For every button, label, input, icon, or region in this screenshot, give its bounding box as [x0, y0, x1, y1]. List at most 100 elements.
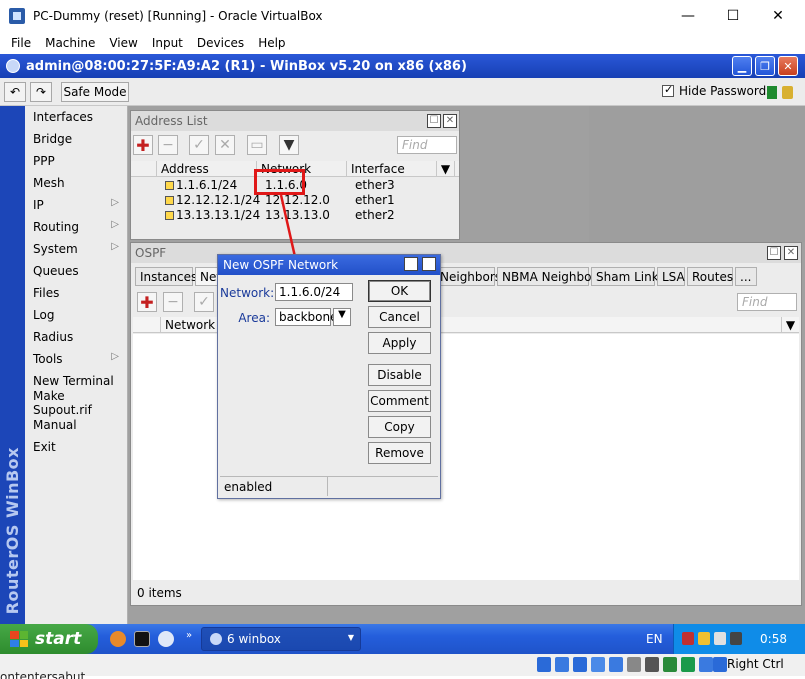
tab-more[interactable]: ... — [735, 267, 757, 286]
winbox-restore-button[interactable]: ❐ — [755, 56, 775, 76]
command-prompt-icon[interactable] — [134, 631, 150, 647]
winbox-minimize-button[interactable]: ▁ — [732, 56, 752, 76]
enable-icon[interactable]: ✓ — [189, 135, 209, 155]
safe-mode-button[interactable]: Safe Mode — [61, 82, 129, 102]
sidebar-item-radius[interactable]: Radius — [25, 326, 127, 348]
ok-button[interactable]: OK — [368, 280, 431, 302]
sidebar-item-interfaces[interactable]: Interfaces — [25, 106, 127, 128]
dialog-close-button[interactable]: ✕ — [422, 257, 436, 271]
hard-disk-icon[interactable] — [537, 657, 551, 672]
sidebar-item-bridge[interactable]: Bridge — [25, 128, 127, 150]
audio-icon[interactable] — [573, 657, 587, 672]
mouse-integration-icon[interactable] — [699, 657, 713, 672]
add-icon[interactable]: ✚ — [137, 292, 157, 312]
usb-icon[interactable] — [609, 657, 623, 672]
cancel-button[interactable]: Cancel — [368, 306, 431, 328]
sidebar-item-tools[interactable]: Tools ▷ — [25, 348, 127, 370]
winbox-quicklaunch-icon[interactable] — [158, 631, 174, 647]
display-icon[interactable] — [645, 657, 659, 672]
taskbar-winbox-group[interactable]: 6 winbox ▼ — [201, 627, 361, 651]
area-select[interactable]: backbone — [275, 308, 337, 326]
enable-icon[interactable]: ✓ — [194, 292, 214, 312]
menu-devices[interactable]: Devices — [190, 36, 251, 50]
lock-icon — [782, 86, 793, 99]
recording-icon[interactable] — [663, 657, 677, 672]
tray-security-icon[interactable] — [698, 632, 710, 645]
interface-column-header[interactable]: Interface — [347, 161, 437, 177]
filter-icon[interactable]: ▼ — [279, 135, 299, 155]
address-list-restore-button[interactable]: ☐ — [427, 114, 441, 128]
sidebar-item-ip[interactable]: IP ▷ — [25, 194, 127, 216]
comment-button[interactable]: Comment — [368, 390, 431, 412]
cpu-icon[interactable] — [681, 657, 695, 672]
copy-button[interactable]: Copy — [368, 416, 431, 438]
dialog-restore-button[interactable]: ☐ — [404, 257, 418, 271]
hide-passwords-toggle[interactable]: Hide Passwords — [662, 83, 772, 98]
menu-machine[interactable]: Machine — [38, 36, 102, 50]
sidebar-item-routing[interactable]: Routing ▷ — [25, 216, 127, 238]
network-input[interactable]: 1.1.6.0/24 — [275, 283, 353, 301]
area-dropdown-icon[interactable]: ▼ — [333, 308, 351, 326]
sidebar-item-queues[interactable]: Queues — [25, 260, 127, 282]
clock[interactable]: 0:58 — [760, 632, 787, 646]
sidebar-item-files[interactable]: Files — [25, 282, 127, 304]
sidebar-item-manual[interactable]: Manual — [25, 414, 127, 436]
redo-button[interactable]: ↷ — [30, 82, 52, 102]
disable-icon[interactable]: ✕ — [215, 135, 235, 155]
comment-icon[interactable]: ▭ — [247, 135, 267, 155]
hide-passwords-checkbox[interactable] — [662, 83, 674, 97]
submenu-arrow-icon: ▷ — [111, 219, 119, 230]
apply-button[interactable]: Apply — [368, 332, 431, 354]
remove-icon[interactable]: − — [163, 292, 183, 312]
keyboard-icon[interactable] — [713, 657, 727, 672]
minimize-button[interactable]: — — [665, 0, 711, 32]
menu-input[interactable]: Input — [145, 36, 190, 50]
tab-lsa[interactable]: LSA — [657, 267, 685, 286]
column-menu-icon[interactable]: ▼ — [781, 317, 799, 333]
undo-button[interactable]: ↶ — [4, 82, 26, 102]
address-find-input[interactable]: Find — [397, 136, 457, 154]
close-button[interactable]: ✕ — [755, 0, 801, 32]
sidebar-item-exit[interactable]: Exit — [25, 436, 127, 458]
maximize-button[interactable]: ☐ — [710, 0, 756, 32]
menu-help[interactable]: Help — [251, 36, 292, 50]
table-row[interactable]: 13.13.13.1/24 13.13.13.0 ether2 — [161, 208, 441, 223]
address-column-header[interactable]: Address — [157, 161, 257, 177]
add-icon[interactable]: ✚ — [133, 135, 153, 155]
menu-view[interactable]: View — [102, 36, 144, 50]
winbox-close-button[interactable]: ✕ — [778, 56, 798, 76]
tab-nbma-neighbors[interactable]: NBMA Neighbors — [497, 267, 603, 286]
ospf-close-button[interactable]: ✕ — [784, 246, 798, 260]
sidebar-item-label: PPP — [33, 154, 55, 168]
ospf-find-input[interactable]: Find — [737, 293, 797, 311]
remove-icon[interactable]: − — [158, 135, 178, 155]
tray-update-icon[interactable] — [714, 632, 726, 645]
tab-neighbors[interactable]: Neighbors — [435, 267, 501, 286]
guest-taskbar: start » 6 winbox ▼ EN 0:58 — [0, 624, 805, 654]
language-indicator[interactable]: EN — [646, 632, 663, 646]
tab-instances[interactable]: Instances — [135, 267, 197, 286]
start-button[interactable]: start — [0, 624, 98, 654]
tab-routes[interactable]: Routes — [687, 267, 733, 286]
tray-volume-icon[interactable] — [730, 632, 742, 645]
new-ospf-network-dialog: New OSPF Network ☐ ✕ Network: 1.1.6.0/24… — [217, 254, 441, 499]
sidebar-item-log[interactable]: Log — [25, 304, 127, 326]
remove-button[interactable]: Remove — [368, 442, 431, 464]
sidebar-item-ppp[interactable]: PPP — [25, 150, 127, 172]
shared-folders-icon[interactable] — [627, 657, 641, 672]
quicklaunch-expand-icon[interactable]: » — [186, 630, 192, 641]
tray-network-icon[interactable] — [682, 632, 694, 645]
network-adapter-icon[interactable] — [591, 657, 605, 672]
optical-drive-icon[interactable] — [555, 657, 569, 672]
ospf-restore-button[interactable]: ☐ — [767, 246, 781, 260]
sidebar-item-mesh[interactable]: Mesh — [25, 172, 127, 194]
table-row[interactable]: 12.12.12.1/24 12.12.12.0 ether1 — [161, 193, 441, 208]
column-menu-icon[interactable]: ▼ — [437, 161, 455, 177]
address-list-close-button[interactable]: ✕ — [443, 114, 457, 128]
tab-sham-links[interactable]: Sham Links — [591, 267, 665, 286]
firefox-icon[interactable] — [110, 631, 126, 647]
sidebar-item-system[interactable]: System ▷ — [25, 238, 127, 260]
disable-button[interactable]: Disable — [368, 364, 431, 386]
sidebar-item-make-supout[interactable]: Make Supout.rif — [25, 389, 127, 417]
menu-file[interactable]: File — [4, 36, 38, 50]
